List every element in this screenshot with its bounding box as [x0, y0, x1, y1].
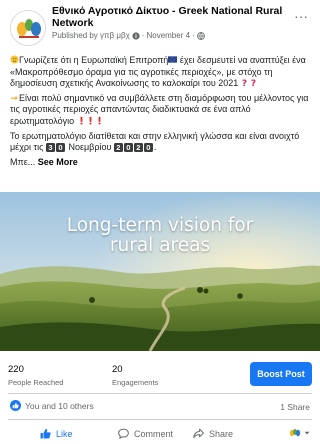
post-meta: Published by γπβ μβχ · November 4 · [52, 31, 205, 40]
globe-icon [196, 31, 205, 40]
post-actions: Like Comment Share [0, 425, 320, 444]
paragraph-1: Γνωρίζετε ότι η Ευρωπαϊκή Επιτροπή έχει … [10, 55, 310, 90]
reactions-text: You and 10 others [25, 400, 94, 411]
exclamation-icon-3 [98, 116, 101, 125]
paragraph-1-part-a: Γνωρίζετε ότι η Ευρωπαϊκή Επιτροπή [19, 55, 169, 65]
image-title: Long-term vision for rural areas [0, 216, 320, 256]
more-options-button[interactable]: ··· [294, 8, 308, 24]
divider [8, 393, 312, 394]
engagements-value[interactable]: 20 [112, 364, 123, 375]
digit-box: 0 [143, 143, 153, 153]
pointing-hand-icon [10, 95, 19, 100]
boost-post-button[interactable]: Boost Post [250, 362, 312, 386]
exclamation-icon-2 [89, 116, 92, 125]
exclamation-icon [80, 116, 83, 125]
divider-2 [8, 419, 312, 420]
svg-text:?: ? [242, 79, 247, 87]
eu-flag-icon [168, 56, 178, 63]
thumbs-up-icon [40, 428, 51, 439]
question-mark-icon-2: ? [251, 79, 256, 87]
post-date[interactable]: November 4 [146, 31, 190, 40]
meta-separator-2: · [192, 31, 195, 40]
audience-selector[interactable] [288, 428, 310, 438]
page-avatar[interactable] [10, 10, 46, 46]
share-label: Share [209, 428, 234, 439]
paragraph-4: Μπε... See More [10, 157, 310, 169]
shares-count[interactable]: 1 Share [280, 402, 310, 412]
truncated-text: Μπε... [10, 156, 36, 167]
image-title-line-1: Long-term vision for [66, 215, 254, 236]
like-label: Like [56, 428, 73, 439]
like-button[interactable]: Like [40, 428, 73, 439]
info-icon[interactable] [132, 31, 140, 40]
chevron-down-icon [304, 431, 310, 435]
people-reached-label: People Reached [8, 378, 64, 387]
page-avatar-small-icon [289, 429, 301, 437]
digit-box: 3 [45, 143, 55, 153]
share-button[interactable]: Share [193, 428, 233, 439]
comment-button[interactable]: Comment [118, 428, 173, 439]
reactions-summary[interactable]: You and 10 others [10, 400, 94, 411]
published-by[interactable]: Published by γπβ μβχ [52, 31, 130, 40]
date-month: Νοεμβρίου [65, 142, 114, 153]
date-end: . [153, 142, 157, 153]
paragraph-2-text: Είναι πολύ σημαντικό να συμβάλλετε στη δ… [10, 92, 309, 126]
engagements-label: Engagements [112, 378, 159, 387]
digit-box: 2 [133, 143, 143, 153]
share-icon [193, 428, 204, 439]
digit-box: 2 [113, 143, 123, 153]
post-header: Εθνικό Αγροτικό Δίκτυο - Greek National … [0, 0, 320, 52]
paragraph-2: Είναι πολύ σημαντικό να συμβάλλετε στη δ… [10, 93, 310, 128]
paragraph-3: Το ερωτηματολόγιο διατίθεται και στην ελ… [10, 131, 310, 154]
svg-text:?: ? [251, 79, 256, 87]
thinking-face-icon [10, 55, 19, 64]
digit-box: 0 [55, 143, 65, 153]
comment-label: Comment [134, 428, 174, 439]
meta-separator: · [141, 31, 145, 40]
network-logo-icon [11, 11, 45, 45]
people-reached-value[interactable]: 220 [8, 364, 24, 375]
image-title-line-2: rural areas [109, 235, 211, 256]
like-reaction-icon [10, 400, 21, 411]
digit-box: 0 [123, 143, 133, 153]
question-mark-icon: ? [242, 79, 247, 87]
post-image[interactable]: Long-term vision for rural areas [0, 192, 320, 351]
comment-icon [118, 428, 129, 439]
see-more-link[interactable]: See More [38, 157, 78, 167]
post-text: Γνωρίζετε ότι η Ευρωπαϊκή Επιτροπή έχει … [10, 55, 310, 171]
page-name-link[interactable]: Εθνικό Αγροτικό Δίκτυο - Greek National … [52, 5, 287, 29]
